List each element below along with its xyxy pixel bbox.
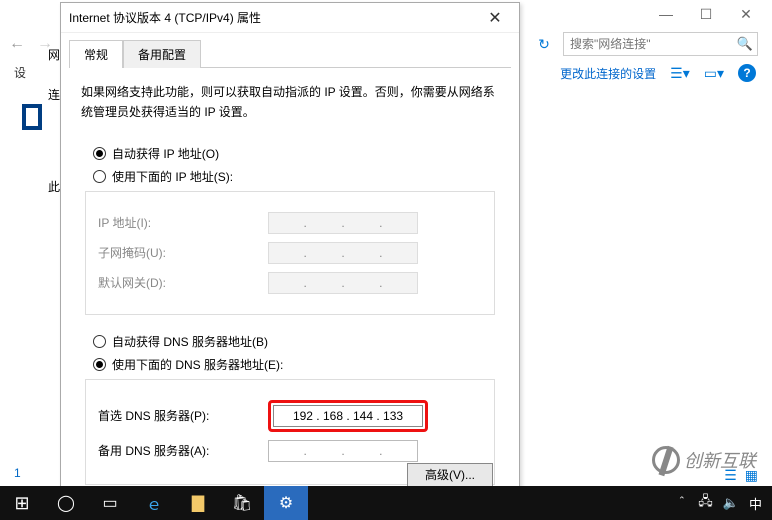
ribbon-list-icon[interactable]: ☰▾ xyxy=(670,65,690,82)
tray-chevron-icon[interactable]: ＾ xyxy=(675,494,688,513)
taskbar: ⊞ ◯ ▭ ｅ ▇ 🛍 ⚙ ＾ 🖧 🔈 中 xyxy=(0,486,772,520)
nav-back-icon[interactable]: ← xyxy=(6,33,28,55)
bg-row-conn: 连 xyxy=(48,86,60,103)
gateway-label: 默认网关(D): xyxy=(98,274,268,291)
bg-close[interactable]: ✕ xyxy=(726,6,766,23)
radio-ip-manual-label: 使用下面的 IP 地址(S): xyxy=(112,168,233,185)
settings-taskbar-icon[interactable]: ⚙ xyxy=(264,486,308,520)
radio-icon xyxy=(93,358,106,371)
search-box[interactable]: 🔍 xyxy=(563,32,758,56)
ipv4-properties-dialog: Internet 协议版本 4 (TCP/IPv4) 属性 ✕ 常规 备用配置 … xyxy=(60,2,520,502)
watermark-logo-icon xyxy=(652,446,680,474)
subnet-field: ... xyxy=(268,242,418,264)
dialog-title: Internet 协议版本 4 (TCP/IPv4) 属性 xyxy=(69,9,479,26)
advanced-button[interactable]: 高级(V)... xyxy=(407,463,493,487)
store-icon[interactable]: 🛍 xyxy=(220,486,264,520)
bg-col-cut: 设 xyxy=(14,64,26,81)
dns-alt-label: 备用 DNS 服务器(A): xyxy=(98,442,268,459)
bg-max[interactable]: ☐ xyxy=(686,6,726,23)
tray-network-icon[interactable]: 🖧 xyxy=(698,492,713,514)
gateway-field: ... xyxy=(268,272,418,294)
large-view-icon[interactable]: ▦ xyxy=(745,467,758,484)
dns-pref-field[interactable]: 192 . 168 . 144 . 133 xyxy=(273,405,423,427)
search-taskbar-icon[interactable]: ◯ xyxy=(44,486,88,520)
dns-pref-label: 首选 DNS 服务器(P): xyxy=(98,407,268,424)
help-icon[interactable]: ? xyxy=(738,64,756,82)
radio-dns-auto[interactable]: 自动获得 DNS 服务器地址(B) xyxy=(93,333,499,350)
radio-icon xyxy=(93,170,106,183)
tab-alternate[interactable]: 备用配置 xyxy=(123,40,201,68)
explorer-icon[interactable]: ▇ xyxy=(176,486,220,520)
dialog-close-button[interactable]: ✕ xyxy=(479,8,511,28)
tab-general[interactable]: 常规 xyxy=(69,40,123,68)
radio-ip-manual[interactable]: 使用下面的 IP 地址(S): xyxy=(93,168,499,185)
tray-ime-icon[interactable]: 中 xyxy=(749,494,762,513)
edge-icon[interactable]: ｅ xyxy=(132,486,176,520)
radio-dns-manual-label: 使用下面的 DNS 服务器地址(E): xyxy=(112,356,283,373)
ribbon-view-icon[interactable]: ▭▾ xyxy=(704,65,724,82)
bg-min[interactable]: — xyxy=(646,6,686,22)
tray-volume-icon[interactable]: 🔈 xyxy=(723,495,739,511)
ip-group: IP 地址(I): ... 子网掩码(U): ... 默认网关(D): ... xyxy=(85,191,495,315)
bg-row-this: 此 xyxy=(48,178,60,195)
subnet-label: 子网掩码(U): xyxy=(98,244,268,261)
adapter-icon xyxy=(22,104,42,130)
radio-ip-auto[interactable]: 自动获得 IP 地址(O) xyxy=(93,145,499,162)
dialog-description: 如果网络支持此功能，则可以获取自动指派的 IP 设置。否则，你需要从网络系统管理… xyxy=(81,82,499,123)
dns-pref-highlight: 192 . 168 . 144 . 133 xyxy=(268,400,428,432)
dns-alt-field[interactable]: ... xyxy=(268,440,418,462)
search-icon[interactable]: 🔍 xyxy=(737,36,753,52)
details-view-icon[interactable]: ☰ xyxy=(724,467,737,484)
search-input[interactable] xyxy=(568,36,737,52)
ip-address-label: IP 地址(I): xyxy=(98,214,268,231)
radio-ip-auto-label: 自动获得 IP 地址(O) xyxy=(112,145,219,162)
radio-icon xyxy=(93,147,106,160)
start-button[interactable]: ⊞ xyxy=(0,486,44,520)
ip-address-field: ... xyxy=(268,212,418,234)
task-view-icon[interactable]: ▭ xyxy=(88,486,132,520)
radio-icon xyxy=(93,335,106,348)
page-number: 1 xyxy=(14,466,21,480)
radio-dns-manual[interactable]: 使用下面的 DNS 服务器地址(E): xyxy=(93,356,499,373)
refresh-icon[interactable]: ↻ xyxy=(531,36,557,53)
change-conn-settings-link[interactable]: 更改此连接的设置 xyxy=(560,65,656,82)
radio-dns-auto-label: 自动获得 DNS 服务器地址(B) xyxy=(112,333,268,350)
